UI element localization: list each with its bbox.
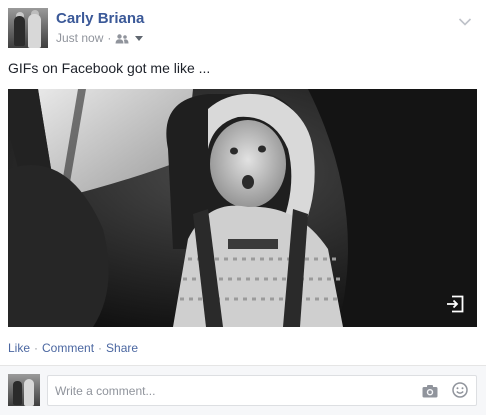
post-options-chevron-icon[interactable]	[458, 14, 472, 26]
friends-icon[interactable]	[115, 33, 129, 44]
meta-separator: ·	[107, 31, 112, 45]
gif-media[interactable]	[8, 89, 477, 327]
like-link[interactable]: Like	[8, 341, 30, 355]
action-separator: ·	[98, 341, 103, 355]
commenter-avatar[interactable]	[8, 374, 40, 406]
camera-icon[interactable]	[422, 384, 438, 398]
post-meta: Just now ·	[56, 31, 144, 45]
post-card: Carly Briana Just now · GIFs on Facebook…	[0, 0, 486, 415]
share-arrow-icon[interactable]	[446, 295, 464, 313]
author-avatar[interactable]	[8, 8, 48, 48]
post-header: Carly Briana Just now ·	[8, 8, 478, 50]
smiley-icon[interactable]	[452, 382, 468, 398]
comment-link[interactable]: Comment	[42, 341, 94, 355]
share-link[interactable]: Share	[106, 341, 138, 355]
comment-input[interactable]	[47, 375, 477, 406]
comment-bar	[0, 365, 486, 415]
audience-chevron-down-icon[interactable]	[135, 35, 144, 41]
post-text: GIFs on Facebook got me like ...	[8, 60, 211, 76]
post-actions: Like · Comment · Share	[8, 341, 138, 355]
author-name[interactable]: Carly Briana	[56, 10, 144, 27]
post-timestamp[interactable]: Just now	[56, 31, 103, 45]
action-separator: ·	[34, 341, 39, 355]
